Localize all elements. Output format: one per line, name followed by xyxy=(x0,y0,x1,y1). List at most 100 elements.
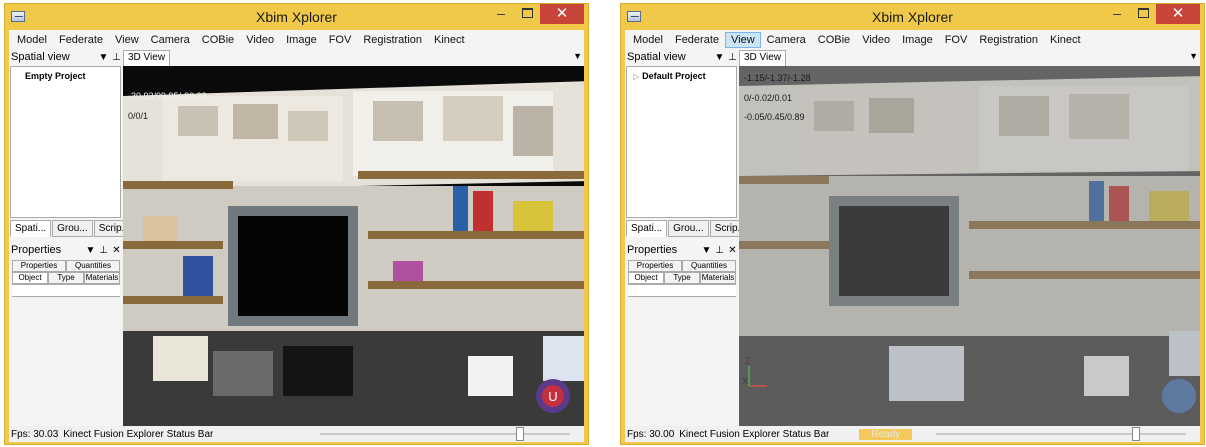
close-icon[interactable]: ✕ xyxy=(1156,4,1200,24)
properties-tabs: Properties Quantities Object Type Materi… xyxy=(12,260,120,284)
status-slider-thumb[interactable] xyxy=(516,427,524,441)
dropdown-arrow-icon[interactable]: ▼ xyxy=(97,52,110,63)
tab-materials[interactable]: Materials xyxy=(84,272,120,284)
pin-icon[interactable]: ⊥ xyxy=(726,52,739,63)
menu-federate[interactable]: Federate xyxy=(669,32,725,48)
dropdown-arrow-icon[interactable]: ▼ xyxy=(84,245,97,256)
3d-viewport[interactable]: U -30.93/99.95/-30.38 0/0/1 xyxy=(123,66,584,426)
menu-model[interactable]: Model xyxy=(11,32,53,48)
camera-up-readout: 0/-0.02/0.01 xyxy=(744,93,793,103)
close-icon[interactable]: ✕ xyxy=(540,4,584,24)
left-pane-tabs: Spati... Grou... Scrip... xyxy=(10,220,136,238)
tree-item-root[interactable]: ▷ Default Project xyxy=(633,71,706,81)
tab-groups[interactable]: Grou... xyxy=(52,220,93,237)
close-icon[interactable]: ✕ xyxy=(110,245,123,256)
menu-bar: Model Federate View Camera COBie Video I… xyxy=(9,30,584,49)
view-pane: 3D View ▼ xyxy=(739,49,1200,426)
title-bar[interactable]: Xbim Xplorer – ✕ xyxy=(621,4,1204,30)
tab-object[interactable]: Object xyxy=(12,272,48,284)
menu-fov[interactable]: FOV xyxy=(939,32,974,48)
status-message: Kinect Fusion Explorer Status Bar xyxy=(679,428,830,440)
menu-registration[interactable]: Registration xyxy=(973,32,1044,48)
tree-item-root[interactable]: Empty Project xyxy=(25,71,86,81)
properties-title: Properties xyxy=(11,244,62,256)
properties-header: Properties ▼ ⊥ ✕ xyxy=(9,242,123,258)
menu-cobie[interactable]: COBie xyxy=(196,32,240,48)
tab-properties[interactable]: Properties xyxy=(12,260,66,272)
3d-viewport[interactable]: X Z -1.15/-1.37/-1.28 0/-0.02/0.01 -0.05… xyxy=(739,66,1200,426)
expand-arrow-icon[interactable]: ▷ xyxy=(633,72,639,81)
menu-cobie[interactable]: COBie xyxy=(812,32,856,48)
minimize-icon[interactable]: – xyxy=(1104,4,1130,24)
menu-video[interactable]: Video xyxy=(240,32,280,48)
tab-properties[interactable]: Properties xyxy=(628,260,682,272)
minimize-icon[interactable]: – xyxy=(488,4,514,24)
dropdown-arrow-icon[interactable]: ▼ xyxy=(573,51,582,61)
menu-kinect[interactable]: Kinect xyxy=(428,32,471,48)
menu-bar: Model Federate View Camera COBie Video I… xyxy=(625,30,1200,49)
camera-direction-readout: -0.05/0.45/0.89 xyxy=(744,112,805,122)
menu-federate[interactable]: Federate xyxy=(53,32,109,48)
menu-kinect[interactable]: Kinect xyxy=(1044,32,1087,48)
menu-model[interactable]: Model xyxy=(627,32,669,48)
fps-readout: Fps: 30.03 xyxy=(11,428,59,440)
dropdown-arrow-icon[interactable]: ▼ xyxy=(1189,51,1198,61)
dropdown-arrow-icon[interactable]: ▼ xyxy=(713,52,726,63)
properties-tabs: Properties Quantities Object Type Materi… xyxy=(628,260,736,284)
properties-grid[interactable] xyxy=(12,284,120,297)
pin-icon[interactable]: ⊥ xyxy=(713,245,726,256)
menu-camera[interactable]: Camera xyxy=(761,32,812,48)
spatial-view-header: Spatial view ▼ ⊥ xyxy=(625,49,739,65)
status-bar: Fps: 30.00 Kinect Fusion Explorer Status… xyxy=(625,426,1200,442)
fps-readout: Fps: 30.00 xyxy=(627,428,675,440)
status-slider-track[interactable] xyxy=(320,433,570,435)
dropdown-arrow-icon[interactable]: ▼ xyxy=(700,245,713,256)
camera-position-readout: -1.15/-1.37/-1.28 xyxy=(744,73,811,83)
tab-materials[interactable]: Materials xyxy=(700,272,736,284)
properties-grid[interactable] xyxy=(628,284,736,297)
tab-quantities[interactable]: Quantities xyxy=(682,260,736,272)
menu-video[interactable]: Video xyxy=(856,32,896,48)
tab-groups[interactable]: Grou... xyxy=(668,220,709,237)
spatial-tree[interactable]: Empty Project xyxy=(10,66,121,218)
title-bar[interactable]: Xbim Xplorer – ✕ xyxy=(5,4,588,30)
menu-view[interactable]: View xyxy=(725,31,761,48)
tab-type[interactable]: Type xyxy=(664,272,700,284)
maximize-icon[interactable] xyxy=(1130,4,1156,24)
properties-title: Properties xyxy=(627,244,678,256)
tab-type[interactable]: Type xyxy=(48,272,84,284)
xbim-window-right: Xbim Xplorer – ✕ Model Federate View Cam… xyxy=(620,3,1205,445)
left-pane-tabs: Spati... Grou... Scrip... xyxy=(626,220,752,238)
menu-registration[interactable]: Registration xyxy=(357,32,428,48)
status-bar: Fps: 30.03 Kinect Fusion Explorer Status… xyxy=(9,426,584,442)
status-slider-track[interactable] xyxy=(936,433,1186,435)
spatial-view-title: Spatial view xyxy=(11,51,70,63)
view-tab-strip: 3D View ▼ xyxy=(739,49,1200,66)
spatial-tree[interactable]: ▷ Default Project xyxy=(626,66,737,218)
client-area: Spatial view ▼ ⊥ ▷ Default Project Spati.… xyxy=(625,49,1200,426)
tab-spatial[interactable]: Spati... xyxy=(626,220,668,237)
tab-3d-view[interactable]: 3D View xyxy=(123,50,171,66)
menu-fov[interactable]: FOV xyxy=(323,32,358,48)
view-tab-strip: 3D View ▼ xyxy=(123,49,584,66)
menu-camera[interactable]: Camera xyxy=(145,32,196,48)
status-slider-thumb[interactable] xyxy=(1132,427,1140,441)
menu-image[interactable]: Image xyxy=(280,32,323,48)
menu-image[interactable]: Image xyxy=(896,32,939,48)
tab-spatial[interactable]: Spati... xyxy=(10,220,52,237)
pin-icon[interactable]: ⊥ xyxy=(97,245,110,256)
spatial-view-header: Spatial view ▼ ⊥ xyxy=(9,49,123,65)
tab-object[interactable]: Object xyxy=(628,272,664,284)
close-icon[interactable]: ✕ xyxy=(726,245,739,256)
tab-quantities[interactable]: Quantities xyxy=(66,260,120,272)
kinect-scene: U xyxy=(123,66,584,426)
menu-view[interactable]: View xyxy=(109,32,145,48)
tab-3d-view[interactable]: 3D View xyxy=(739,50,787,66)
client-area: Spatial view ▼ ⊥ Empty Project Spati... … xyxy=(9,49,584,426)
left-dock-pane: Spatial view ▼ ⊥ ▷ Default Project Spati.… xyxy=(625,49,751,426)
view-pane: 3D View ▼ xyxy=(123,49,584,426)
camera-position-readout: -30.93/99.95/-30.38 xyxy=(128,91,207,101)
pin-icon[interactable]: ⊥ xyxy=(110,52,123,63)
tree-item-label: Empty Project xyxy=(25,71,86,81)
maximize-icon[interactable] xyxy=(514,4,540,24)
